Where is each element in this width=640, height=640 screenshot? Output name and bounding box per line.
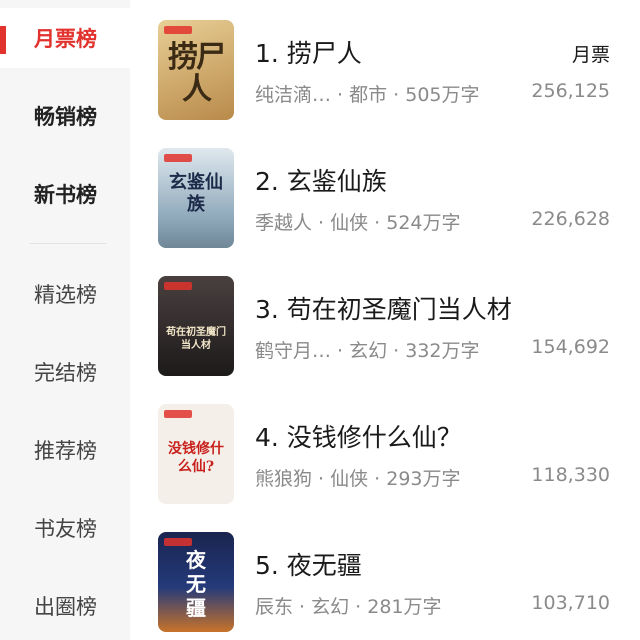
book-meta: 纯洁滴… · 都市 · 505万字	[255, 84, 480, 106]
sidebar-item-label: 畅销榜	[34, 105, 97, 129]
book-meta: 熊狼狗 · 仙侠 · 293万字	[255, 468, 461, 490]
monthly-ticket-count: 154,692	[531, 336, 610, 358]
book-row-3[interactable]: 苟在初圣魔门当人材 3. 苟在初圣魔门当人材 鹤守月… · 玄幻 · 332万字…	[130, 276, 640, 404]
ranking-sidebar: 月票榜 畅销榜 新书榜 精选榜 完结榜 推荐榜 书友榜 出圈榜	[0, 0, 130, 640]
monthly-ticket-count: 118,330	[531, 464, 610, 486]
sidebar-item-book-friends[interactable]: 书友榜	[0, 498, 130, 558]
book-cover[interactable]: 苟在初圣魔门当人材	[158, 276, 234, 376]
book-row-5[interactable]: 夜无疆 5. 夜无疆 辰东 · 玄幻 · 281万字 103,710	[130, 532, 640, 640]
sidebar-item-label: 精选榜	[34, 283, 97, 307]
active-indicator	[0, 26, 6, 54]
sidebar-item-breakout[interactable]: 出圈榜	[0, 576, 130, 636]
metric-label: 月票	[571, 44, 610, 66]
book-meta: 鹤守月… · 玄幻 · 332万字	[255, 340, 480, 362]
monthly-ticket-count: 103,710	[531, 592, 610, 614]
monthly-ticket-count: 256,125	[531, 80, 610, 102]
publisher-badge	[164, 154, 192, 162]
book-cover[interactable]: 夜无疆	[158, 532, 234, 632]
cover-title-art: 没钱修什么仙?	[168, 441, 224, 475]
book-cover[interactable]: 捞尸人	[158, 20, 234, 120]
sidebar-item-label: 新书榜	[34, 183, 97, 207]
cover-title-art: 夜无疆	[186, 548, 206, 620]
publisher-badge	[164, 538, 192, 546]
book-title[interactable]: 1. 捞尸人	[255, 34, 362, 70]
sidebar-item-new-books[interactable]: 新书榜	[0, 164, 130, 224]
sidebar-item-featured[interactable]: 精选榜	[0, 264, 130, 324]
book-row-1[interactable]: 捞尸人 1. 捞尸人 月票 纯洁滴… · 都市 · 505万字 256,125	[130, 20, 640, 148]
monthly-ticket-count: 226,628	[531, 208, 610, 230]
sidebar-item-completed[interactable]: 完结榜	[0, 342, 130, 402]
sidebar-item-recommended[interactable]: 推荐榜	[0, 420, 130, 480]
book-title[interactable]: 4. 没钱修什么仙？	[255, 418, 462, 454]
sidebar-item-label: 推荐榜	[34, 439, 97, 463]
sidebar-item-bestseller[interactable]: 畅销榜	[0, 86, 130, 146]
book-cover[interactable]: 玄鉴仙族	[158, 148, 234, 248]
sidebar-item-label: 完结榜	[34, 361, 97, 385]
cover-title-art: 捞尸人	[168, 40, 226, 107]
publisher-badge	[164, 410, 192, 418]
book-title[interactable]: 3. 苟在初圣魔门当人材	[255, 290, 512, 326]
book-cover[interactable]: 没钱修什么仙?	[158, 404, 234, 504]
sidebar-item-label: 月票榜	[34, 27, 97, 51]
publisher-badge	[164, 26, 192, 34]
cover-title-art: 玄鉴仙族	[169, 172, 223, 215]
book-meta: 季越人 · 仙侠 · 524万字	[255, 212, 461, 234]
sidebar-item-label: 书友榜	[34, 517, 97, 541]
sidebar-item-monthly-ticket[interactable]: 月票榜	[0, 8, 130, 68]
book-row-2[interactable]: 玄鉴仙族 2. 玄鉴仙族 季越人 · 仙侠 · 524万字 226,628	[130, 148, 640, 276]
book-title[interactable]: 2. 玄鉴仙族	[255, 162, 387, 198]
book-title[interactable]: 5. 夜无疆	[255, 546, 362, 582]
book-row-4[interactable]: 没钱修什么仙? 4. 没钱修什么仙？ 熊狼狗 · 仙侠 · 293万字 118,…	[130, 404, 640, 532]
sidebar-item-label: 出圈榜	[34, 595, 97, 619]
cover-title-art: 苟在初圣魔门当人材	[166, 327, 226, 351]
book-meta: 辰东 · 玄幻 · 281万字	[255, 596, 442, 618]
sidebar-divider	[30, 243, 106, 244]
publisher-badge	[164, 282, 192, 290]
